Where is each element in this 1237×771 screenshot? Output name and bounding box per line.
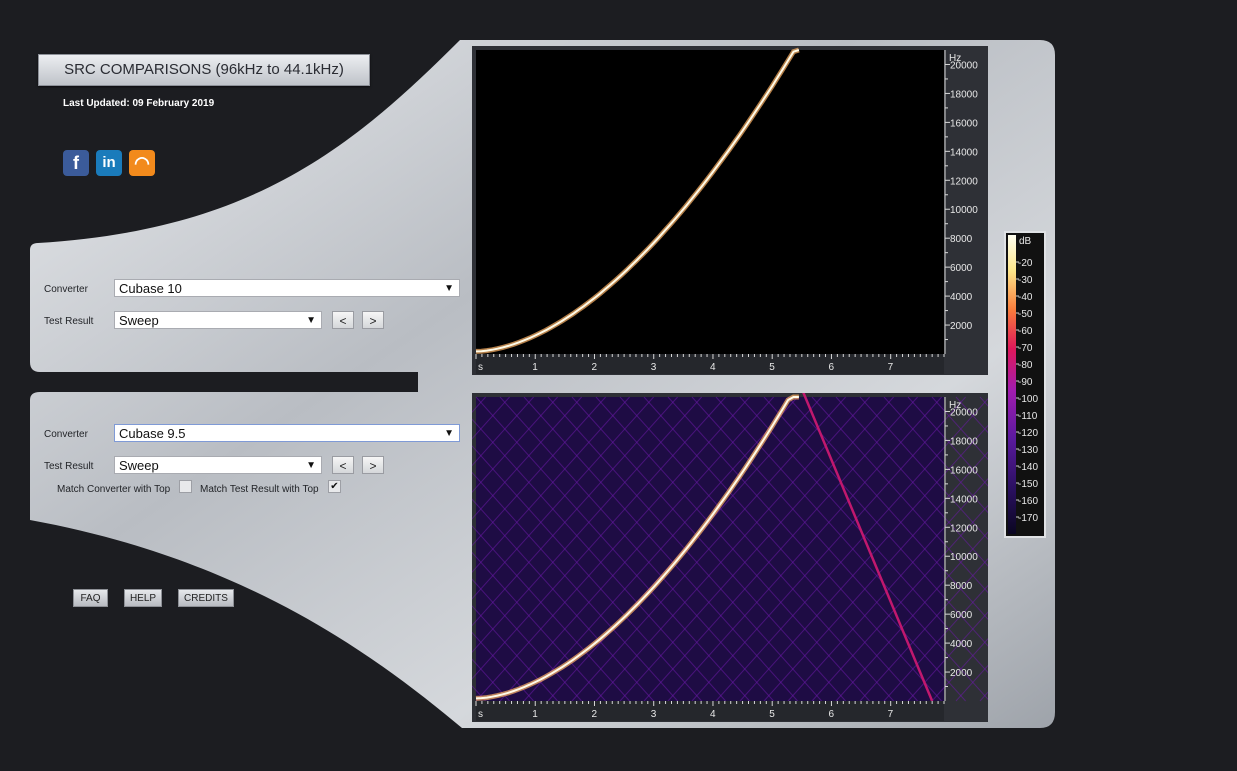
colorbar-unit: dB <box>1019 236 1032 247</box>
converter-value-bottom: Cubase 9.5 <box>119 426 186 441</box>
prev-button-bottom[interactable]: < <box>332 456 354 474</box>
colorbar-label: -150 <box>1018 479 1038 490</box>
x-tick-label: 7 <box>888 362 894 373</box>
converter-label-top: Converter <box>44 284 88 295</box>
chevron-down-icon: ▼ <box>306 315 316 326</box>
colorbar-label: -50 <box>1018 309 1033 320</box>
rss-icon[interactable]: ◠ <box>129 150 155 176</box>
x-tick-label: 6 <box>828 362 834 373</box>
colorbar-label: -30 <box>1018 275 1033 286</box>
y-tick-label: 14000 <box>950 494 978 505</box>
match-test-checkbox[interactable]: ✔ <box>328 480 341 493</box>
plot-area <box>476 397 944 701</box>
y-tick-label: 10000 <box>950 552 978 563</box>
x-unit-label: s <box>478 362 483 373</box>
colorbar-label: -70 <box>1018 343 1033 354</box>
y-tick-label: 2000 <box>950 668 973 679</box>
converter-label-bottom: Converter <box>44 429 88 440</box>
chevron-down-icon: ▼ <box>444 428 454 439</box>
test-result-select-top[interactable]: Sweep ▼ <box>114 311 322 329</box>
y-tick-label: 10000 <box>950 205 978 216</box>
test-result-select-bottom[interactable]: Sweep ▼ <box>114 456 322 474</box>
y-tick-label: 12000 <box>950 176 978 187</box>
colorbar-label: -170 <box>1018 513 1038 524</box>
facebook-icon[interactable]: f <box>63 150 89 176</box>
chevron-down-icon: ▼ <box>306 460 316 471</box>
colorbar-label: -90 <box>1018 377 1033 388</box>
y-tick-label: 6000 <box>950 263 973 274</box>
colorbar-scale: dB -20 -30 -40 -50 -60 -70 -80 -90 -100 -110 -120 -1… <box>1008 235 1038 534</box>
converter-value-top: Cubase 10 <box>119 281 182 296</box>
x-unit-label: s <box>478 709 483 720</box>
last-updated: Last Updated: 09 February 2019 <box>63 98 215 109</box>
colorbar-gradient <box>1008 235 1016 534</box>
linkedin-icon[interactable]: in <box>96 150 122 176</box>
next-button-top[interactable]: > <box>362 311 384 329</box>
test-result-value-bottom: Sweep <box>119 458 159 473</box>
colorbar-label: -80 <box>1018 360 1033 371</box>
credits-button[interactable]: CREDITS <box>178 589 234 607</box>
faq-button[interactable]: FAQ <box>73 589 108 607</box>
y-tick-label: 6000 <box>950 610 973 621</box>
y-tick-label: 20000 <box>950 407 978 418</box>
x-tick-label: 3 <box>651 709 657 720</box>
y-tick-label: 8000 <box>950 581 973 592</box>
y-tick-label: 2000 <box>950 321 973 332</box>
x-tick-label: 7 <box>888 709 894 720</box>
chevron-down-icon: ▼ <box>444 283 454 294</box>
y-tick-label: 8000 <box>950 234 973 245</box>
x-tick-label: 1 <box>532 709 538 720</box>
x-tick-label: 6 <box>828 709 834 720</box>
test-result-value-top: Sweep <box>119 313 159 328</box>
converter-select-bottom[interactable]: Cubase 9.5 ▼ <box>114 424 460 442</box>
x-tick-label: 4 <box>710 709 716 720</box>
colorbar-label: -20 <box>1018 258 1033 269</box>
page-title: SRC COMPARISONS (96kHz to 44.1kHz) <box>38 54 370 86</box>
colorbar-label: -110 <box>1018 411 1038 422</box>
colorbar-label: -60 <box>1018 326 1033 337</box>
y-tick-label: 14000 <box>950 147 978 158</box>
y-tick-label: 18000 <box>950 89 978 100</box>
y-tick-label: 20000 <box>950 60 978 71</box>
y-tick-label: 16000 <box>950 118 978 129</box>
colorbar-label: -130 <box>1018 445 1038 456</box>
y-tick-label: 18000 <box>950 436 978 447</box>
colorbar-label: -40 <box>1018 292 1033 303</box>
colorbar-label: -120 <box>1018 428 1038 439</box>
y-tick-label: 4000 <box>950 639 973 650</box>
y-tick-label: 4000 <box>950 292 973 303</box>
x-tick-label: 2 <box>591 709 597 720</box>
test-result-label-top: Test Result <box>44 316 94 327</box>
colorbar-label: -160 <box>1018 496 1038 507</box>
colorbar-label: -100 <box>1018 394 1038 405</box>
test-result-label-bottom: Test Result <box>44 461 94 472</box>
spectrogram-top: Hz20000180001600014000120001000080006000… <box>472 46 988 375</box>
x-tick-label: 4 <box>710 362 716 373</box>
x-tick-label: 3 <box>651 362 657 373</box>
colorbar-label: -140 <box>1018 462 1038 473</box>
y-tick-label: 12000 <box>950 523 978 534</box>
match-converter-checkbox[interactable] <box>179 480 192 493</box>
x-tick-label: 5 <box>769 362 775 373</box>
x-tick-label: 1 <box>532 362 538 373</box>
db-colorbar: dB -20 -30 -40 -50 -60 -70 -80 -90 -100 -110 -120 -1… <box>1004 231 1046 538</box>
y-tick-label: 16000 <box>950 465 978 476</box>
x-tick-label: 2 <box>591 362 597 373</box>
spectrogram-bottom: Hz20000180001600014000120001000080006000… <box>472 393 988 722</box>
match-test-label: Match Test Result with Top <box>200 484 319 495</box>
help-button[interactable]: HELP <box>124 589 162 607</box>
prev-button-top[interactable]: < <box>332 311 354 329</box>
converter-select-top[interactable]: Cubase 10 ▼ <box>114 279 460 297</box>
plot-area <box>476 50 944 354</box>
match-converter-label: Match Converter with Top <box>57 484 171 495</box>
next-button-bottom[interactable]: > <box>362 456 384 474</box>
x-tick-label: 5 <box>769 709 775 720</box>
